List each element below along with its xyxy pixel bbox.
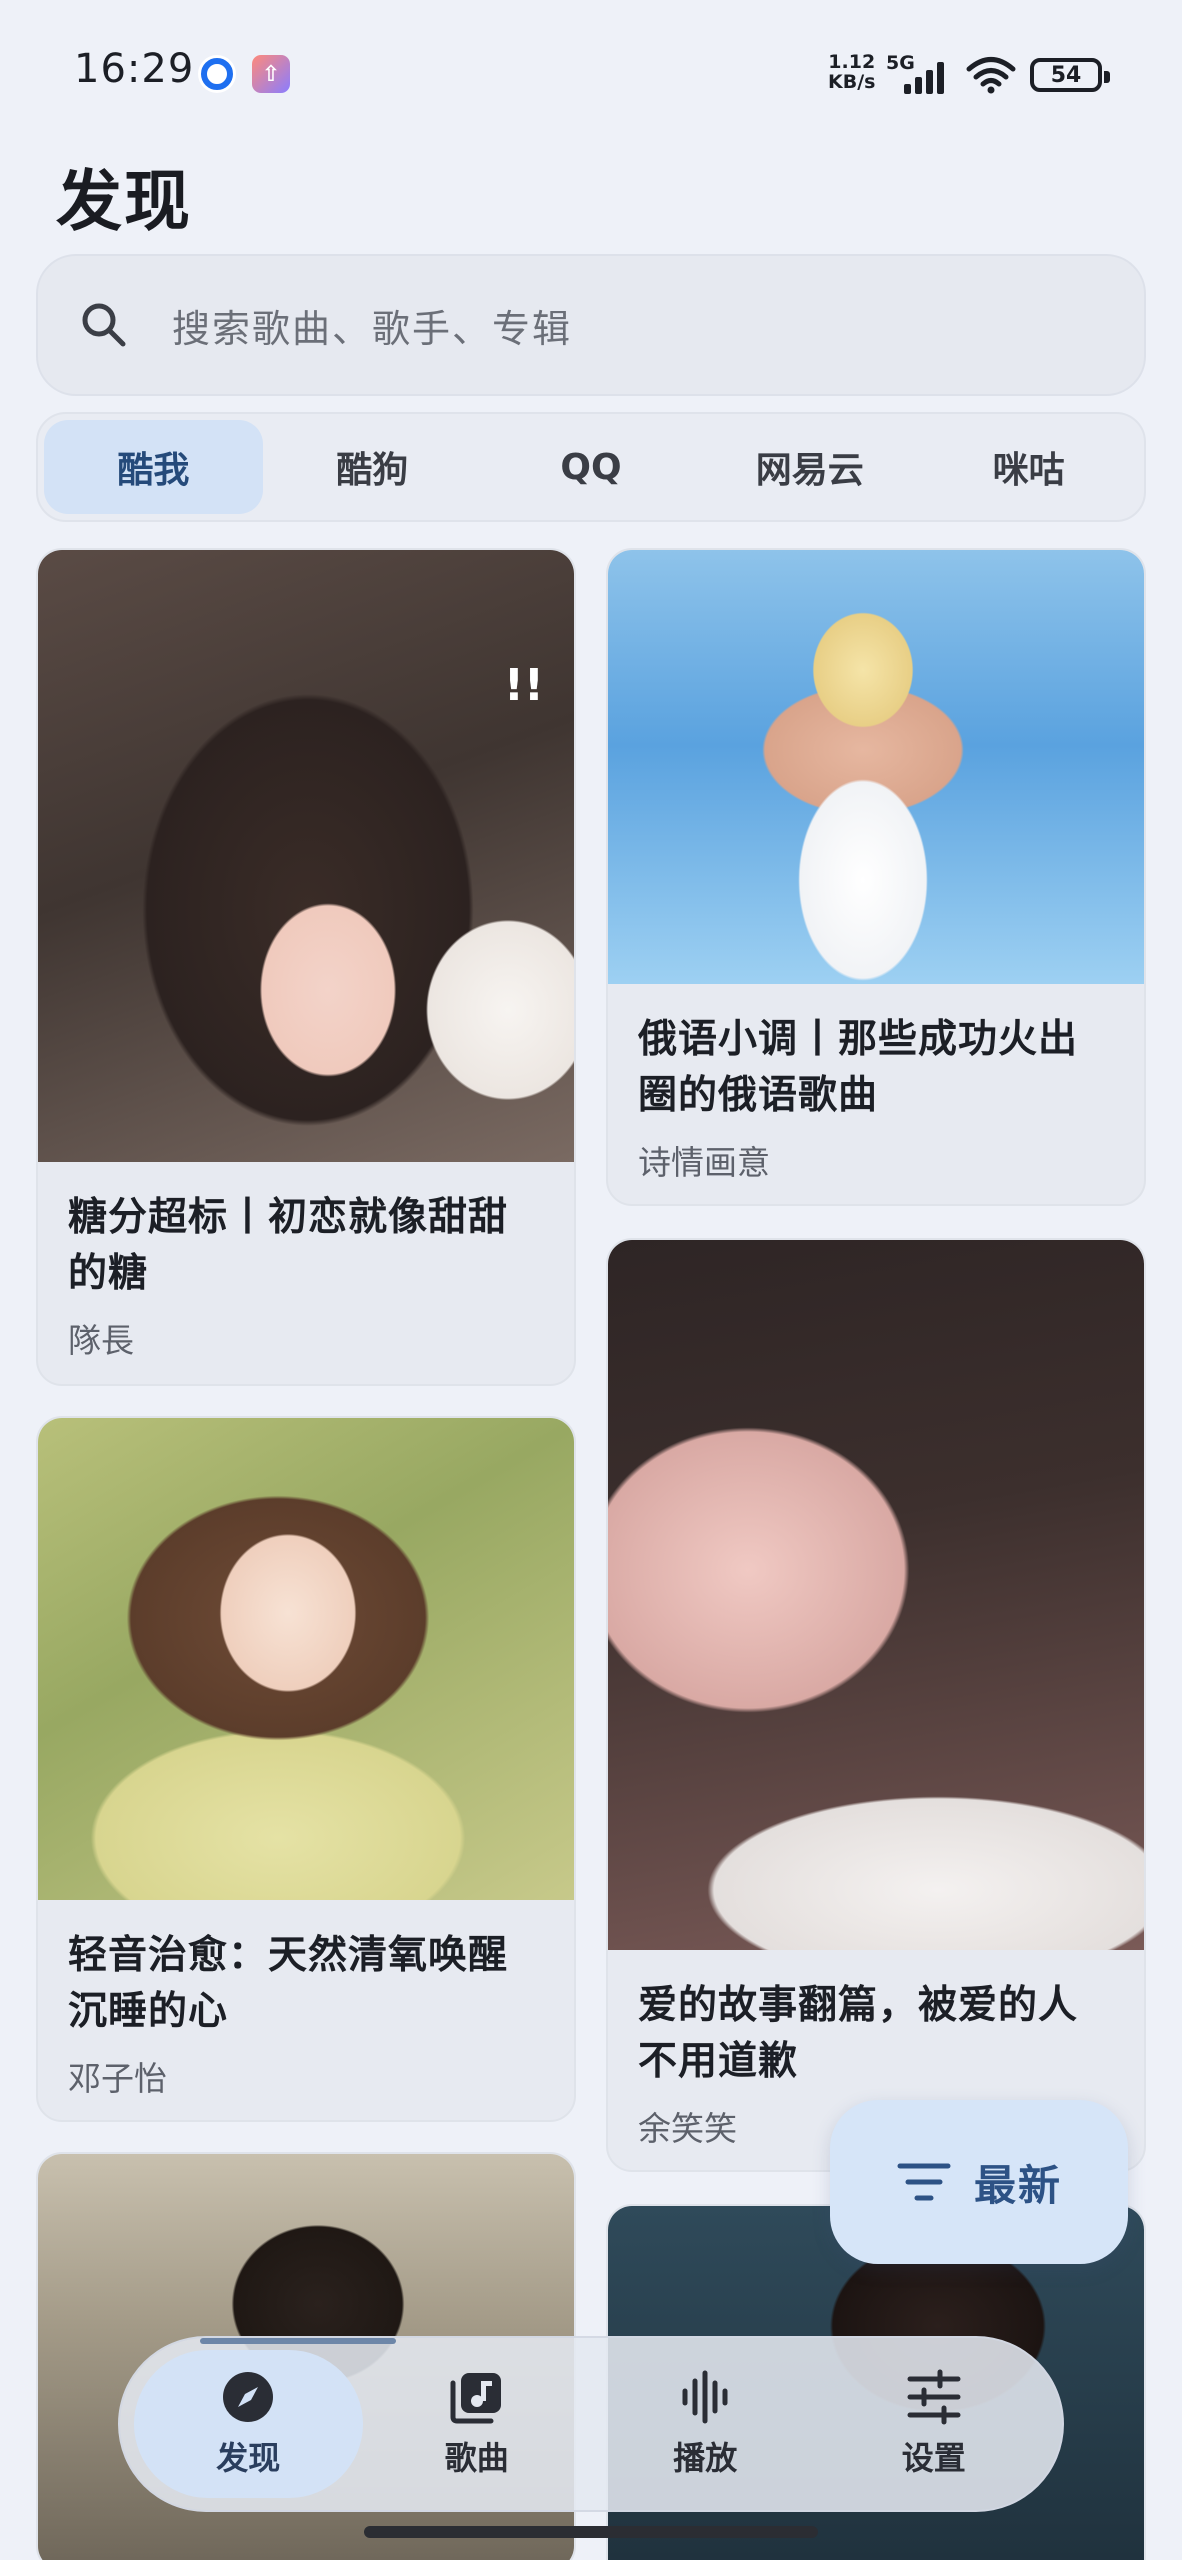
signal-icon xyxy=(904,62,944,94)
battery-indicator: 54 xyxy=(1030,58,1110,92)
playlist-cover-image: !! xyxy=(38,550,574,1162)
discover-screen: 16:29 ⇧ 1.12 KB/s 5G 54 发现 搜索歌曲、歌手、专辑 酷我… xyxy=(0,0,1182,2560)
sort-filter-icon xyxy=(897,2163,951,2201)
playlist-title: 爱的故事翻篇，被爱的人不用道歉 xyxy=(638,1983,1079,2084)
home-indicator[interactable] xyxy=(364,2526,818,2538)
status-bar: 16:29 ⇧ 1.12 KB/s 5G 54 xyxy=(0,0,1182,140)
nav-label: 播放 xyxy=(673,2439,738,2477)
nav-item-settings[interactable]: 设置 xyxy=(820,2350,1049,2498)
playlist-title: 轻音治愈：天然清氧唤醒沉睡的心 xyxy=(68,1933,509,2034)
waveform-icon xyxy=(682,2370,728,2424)
playlist-author: 诗情画意 xyxy=(638,1143,770,1182)
playlist-card[interactable]: 爱的故事翻篇，被爱的人不用道歉 余笑笑 xyxy=(606,1238,1146,2172)
playlist-title: 糖分超标丨初恋就像甜甜的糖 xyxy=(68,1195,509,1296)
nav-label: 设置 xyxy=(901,2439,966,2477)
network-speed-value: 1.12 xyxy=(828,51,876,73)
tab-migu[interactable]: 咪咕 xyxy=(919,420,1138,514)
playlist-card[interactable]: !! 糖分超标丨初恋就像甜甜的糖 隊長 xyxy=(36,548,576,1386)
nav-item-play[interactable]: 播放 xyxy=(591,2350,820,2498)
network-speed-unit: KB/s xyxy=(828,71,876,93)
app-notification-icon xyxy=(198,55,236,93)
nav-label: 发现 xyxy=(216,2439,281,2477)
sort-button[interactable]: 最新 xyxy=(830,2100,1128,2264)
nav-active-indicator xyxy=(200,2338,396,2344)
search-bar[interactable]: 搜索歌曲、歌手、专辑 xyxy=(36,254,1146,396)
tab-kugou[interactable]: 酷狗 xyxy=(263,420,482,514)
tab-qq[interactable]: QQ xyxy=(482,420,701,514)
playlist-card[interactable]: 俄语小调丨那些成功火出圈的俄语歌曲 诗情画意 xyxy=(606,548,1146,1206)
nav-item-songs[interactable]: 歌曲 xyxy=(363,2350,592,2498)
sort-button-label: 最新 xyxy=(973,2160,1062,2210)
playlist-cover-image xyxy=(608,550,1144,984)
compass-icon xyxy=(223,2372,274,2422)
music-library-icon xyxy=(450,2373,501,2424)
sliders-icon xyxy=(907,2369,961,2425)
bottom-navigation: 发现 歌曲 播放 设置 xyxy=(118,2336,1064,2512)
playlist-author: 邓子怡 xyxy=(68,2059,167,2098)
source-tabs: 酷我 酷狗 QQ 网易云 咪咕 xyxy=(36,412,1146,522)
upload-notification-icon: ⇧ xyxy=(252,55,290,93)
nav-item-discover[interactable]: 发现 xyxy=(134,2350,363,2498)
status-time: 16:29 xyxy=(74,46,195,92)
search-placeholder: 搜索歌曲、歌手、专辑 xyxy=(172,306,573,351)
playlist-cover-image xyxy=(38,1418,574,1900)
playlist-cover-image xyxy=(608,1240,1144,1950)
playlist-author: 隊長 xyxy=(68,1321,134,1360)
search-icon xyxy=(82,303,126,347)
page-title: 发现 xyxy=(56,163,192,240)
nav-label: 歌曲 xyxy=(444,2439,509,2477)
tab-netease[interactable]: 网易云 xyxy=(700,420,919,514)
playlist-card[interactable]: 轻音治愈：天然清氧唤醒沉睡的心 邓子怡 xyxy=(36,1416,576,2122)
wifi-icon xyxy=(966,57,1016,94)
network-speed: 1.12 KB/s xyxy=(828,52,875,92)
tab-kuwo[interactable]: 酷我 xyxy=(44,420,263,514)
sparkle-icon: !! xyxy=(503,660,544,711)
playlist-title: 俄语小调丨那些成功火出圈的俄语歌曲 xyxy=(638,1017,1079,1118)
